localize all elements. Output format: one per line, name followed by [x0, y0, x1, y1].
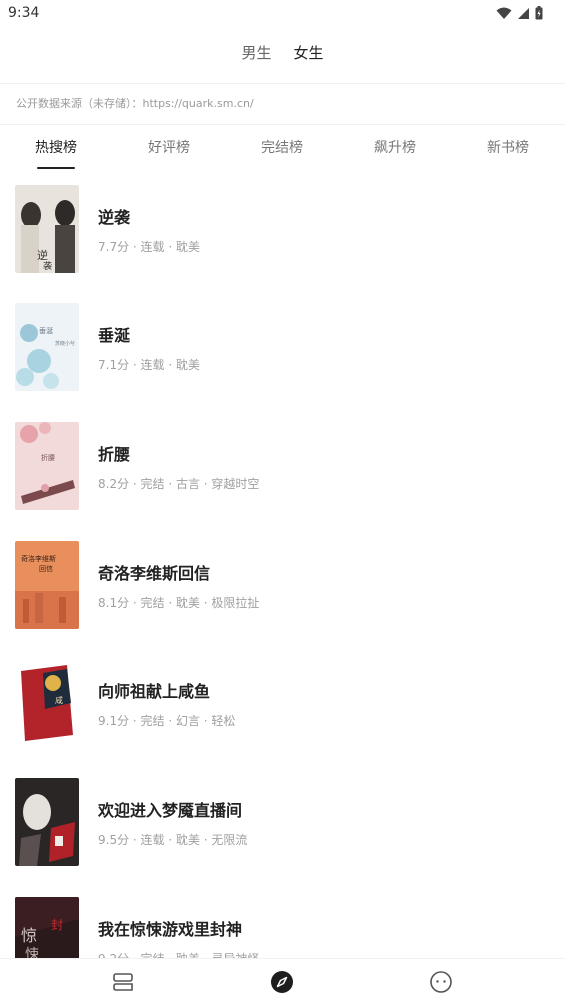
list-item[interactable]: 逆 袭 逆袭 7.7分 · 连载 · 耽美: [0, 182, 565, 300]
svg-text:惊: 惊: [21, 926, 37, 945]
book-cover: 惊 封 悚: [15, 897, 79, 958]
book-meta: 8.1分 · 完结 · 耽美 · 极限拉扯: [98, 596, 260, 610]
book-title: 我在惊悚游戏里封神: [98, 920, 243, 939]
tab-female[interactable]: 女生: [294, 40, 324, 68]
svg-text:垂涎: 垂涎: [39, 326, 53, 335]
profile-face-icon: [430, 971, 452, 993]
nav-profile[interactable]: [428, 969, 454, 995]
bottom-navigation: [0, 958, 565, 1004]
svg-text:封: 封: [51, 918, 63, 932]
battery-charging-icon: [535, 6, 543, 20]
book-title: 欢迎进入梦魇直播间: [98, 801, 243, 820]
book-cover: 逆 袭: [15, 185, 79, 273]
book-list: 逆 袭 逆袭 7.7分 · 连载 · 耽美 垂涎 苏晓小兮 垂涎 7.1分 · …: [0, 182, 565, 958]
nav-bookshelf[interactable]: [110, 969, 136, 995]
list-item[interactable]: 欢迎进入梦魇直播间 9.5分 · 连载 · 耽美 · 无限流: [0, 775, 565, 893]
list-item[interactable]: 垂涎 苏晓小兮 垂涎 7.1分 · 连载 · 耽美: [0, 300, 565, 418]
book-title: 向师祖献上咸鱼: [98, 682, 211, 701]
book-title: 垂涎: [98, 326, 131, 345]
book-meta: 8.2分 · 完结 · 古言 · 穿越时空: [98, 477, 260, 491]
book-cover: 折腰: [15, 422, 79, 510]
list-item[interactable]: 折腰 折腰 8.2分 · 完结 · 古言 · 穿越时空: [0, 419, 565, 537]
divider: [0, 83, 565, 84]
svg-text:回信: 回信: [39, 564, 53, 573]
book-cover: 咸: [15, 659, 79, 747]
book-meta: 9.1分 · 完结 · 幻言 · 轻松: [98, 714, 236, 728]
status-bar: 9:34: [0, 0, 565, 26]
divider: [0, 124, 565, 125]
status-icons: [496, 6, 543, 20]
tab-new-books[interactable]: 新书榜: [468, 137, 548, 157]
gender-tabs: 男生 女生: [0, 40, 565, 68]
svg-text:奇洛李维斯: 奇洛李维斯: [21, 554, 56, 563]
book-title: 逆袭: [98, 208, 131, 227]
book-meta: 9.5分 · 连载 · 耽美 · 无限流: [98, 833, 248, 847]
tab-male[interactable]: 男生: [241, 40, 271, 68]
svg-text:逆: 逆: [37, 248, 48, 262]
svg-text:袭: 袭: [43, 260, 52, 272]
svg-text:悚: 悚: [25, 947, 39, 958]
bookshelf-icon: [113, 973, 133, 991]
ranking-tabs: 热搜榜 好评榜 完结榜 飙升榜 新书榜: [0, 131, 565, 171]
list-item[interactable]: 奇洛李维斯 回信 奇洛李维斯回信 8.1分 · 完结 · 耽美 · 极限拉扯: [0, 538, 565, 656]
data-source-note: 公开数据来源（未存储）：https://quark.sm.cn/: [16, 97, 254, 110]
tab-top-rated[interactable]: 好评榜: [129, 137, 209, 157]
book-meta: 7.7分 · 连载 · 耽美: [98, 240, 200, 254]
status-time: 9:34: [8, 5, 40, 21]
book-cover: 垂涎 苏晓小兮: [15, 303, 79, 391]
book-title: 折腰: [98, 445, 131, 464]
nav-discover[interactable]: [269, 969, 295, 995]
svg-text:苏晓小兮: 苏晓小兮: [55, 340, 75, 347]
svg-text:咸: 咸: [55, 695, 63, 705]
list-item[interactable]: 惊 封 悚 我在惊悚游戏里封神 9.2分 · 完结 · 耽美 · 灵异神怪: [0, 894, 565, 958]
book-cover: [15, 778, 79, 866]
list-item[interactable]: 咸 向师祖献上咸鱼 9.1分 · 完结 · 幻言 · 轻松: [0, 656, 565, 774]
book-cover: 奇洛李维斯 回信: [15, 541, 79, 629]
book-meta: 7.1分 · 连载 · 耽美: [98, 358, 200, 372]
tab-hot-search[interactable]: 热搜榜: [16, 137, 96, 157]
book-title: 奇洛李维斯回信: [98, 564, 211, 583]
cellular-signal-icon: [518, 7, 529, 19]
book-meta: 9.2分 · 完结 · 耽美 · 灵异神怪: [98, 950, 259, 958]
compass-icon: [271, 971, 293, 993]
tab-rising[interactable]: 飙升榜: [355, 137, 435, 157]
active-tab-indicator: [37, 167, 75, 169]
wifi-icon: [496, 7, 512, 19]
tab-completed[interactable]: 完结榜: [242, 137, 322, 157]
svg-text:折腰: 折腰: [41, 453, 55, 462]
